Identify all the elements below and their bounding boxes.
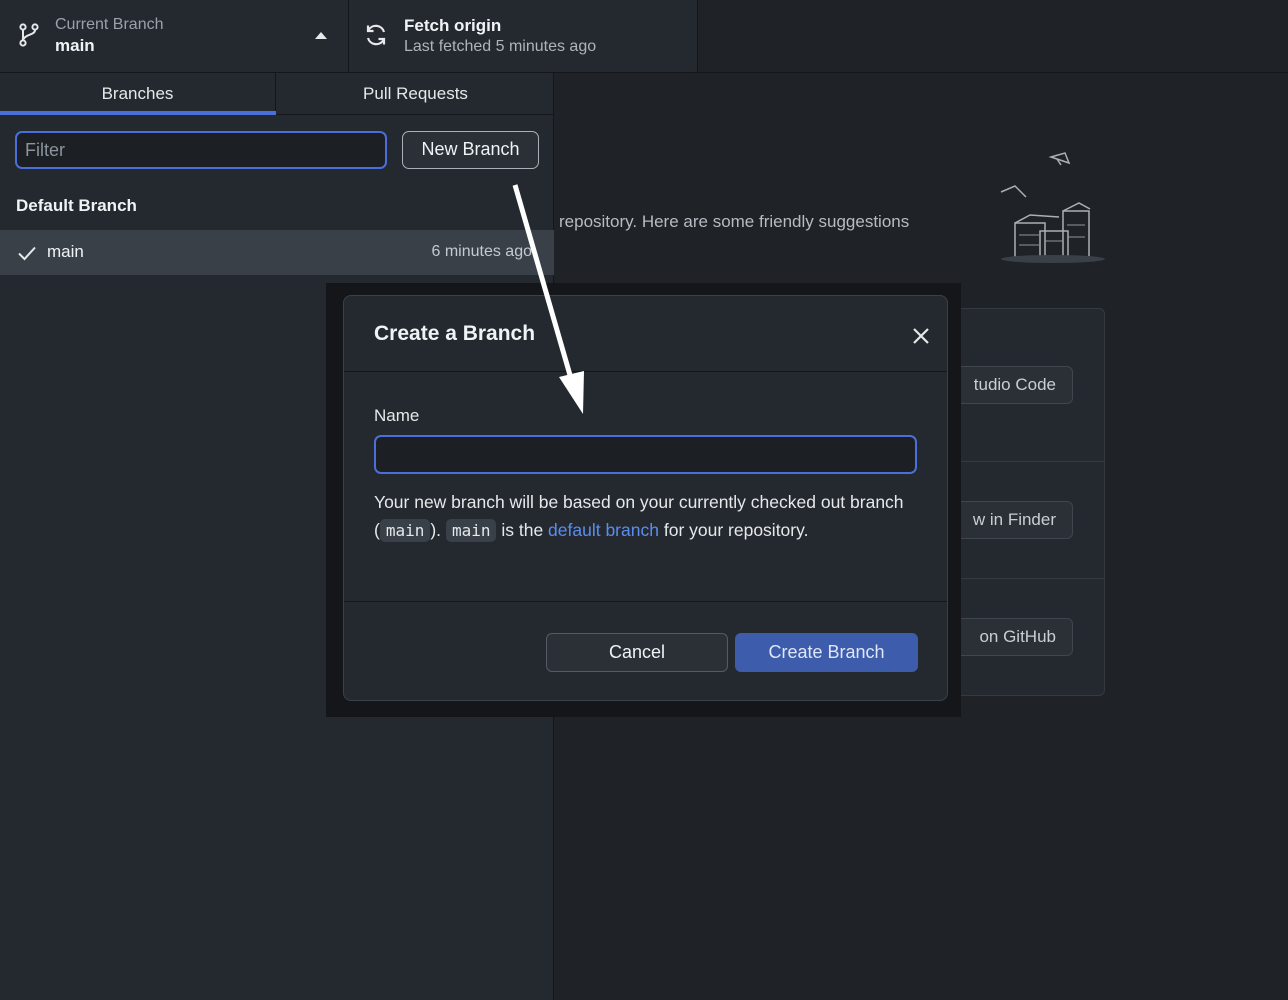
desc-text: for your repository.	[663, 519, 809, 540]
current-branch-value: main	[55, 36, 95, 55]
toolbar: Current Branch main Fetch origin Last fe…	[0, 0, 1288, 73]
dialog-divider	[344, 601, 947, 602]
boxes-illustration	[1000, 152, 1105, 263]
fetch-origin-button[interactable]: Fetch origin Last fetched 5 minutes ago	[349, 0, 698, 72]
branch-code: main	[379, 518, 431, 542]
branch-filter-input[interactable]	[15, 131, 387, 169]
default-branch-link[interactable]: default branch	[548, 520, 659, 540]
last-fetched-text: Last fetched 5 minutes ago	[404, 38, 597, 55]
branch-tabs: Branches Pull Requests	[0, 73, 554, 115]
cancel-button[interactable]: Cancel	[546, 633, 728, 672]
dialog-divider	[344, 371, 947, 372]
git-branch-icon	[19, 23, 39, 47]
create-branch-dialog: Create a Branch Name Your new branch wil…	[343, 295, 948, 701]
section-title: Default Branch	[16, 196, 137, 215]
dialog-description: Your new branch will be based on your cu…	[374, 489, 919, 544]
branch-code: main	[445, 518, 497, 542]
current-branch-label: Current Branch	[55, 16, 164, 33]
dialog-title: Create a Branch	[374, 322, 536, 345]
sync-icon	[366, 24, 386, 46]
tab-branches[interactable]: Branches	[0, 73, 276, 115]
caret-up-icon	[315, 32, 327, 39]
branch-list-item[interactable]: main 6 minutes ago	[0, 230, 554, 275]
checkmark-icon	[18, 246, 36, 261]
desc-text: ).	[430, 519, 442, 540]
name-label: Name	[374, 406, 420, 425]
branch-time: 6 minutes ago	[431, 243, 532, 260]
divider	[940, 578, 1105, 579]
new-branch-button[interactable]: New Branch	[402, 131, 539, 169]
close-icon[interactable]	[909, 324, 933, 348]
divider	[940, 461, 1105, 462]
branch-name: main	[47, 242, 84, 261]
tab-pull-requests[interactable]: Pull Requests	[277, 73, 554, 115]
branch-name-input[interactable]	[374, 435, 917, 474]
suggestions-text: repository. Here are some friendly sugge…	[559, 212, 910, 231]
create-branch-button[interactable]: Create Branch	[735, 633, 918, 672]
current-branch-button[interactable]: Current Branch main	[0, 0, 349, 72]
fetch-origin-label: Fetch origin	[404, 16, 502, 35]
desc-text: is the	[501, 519, 544, 540]
